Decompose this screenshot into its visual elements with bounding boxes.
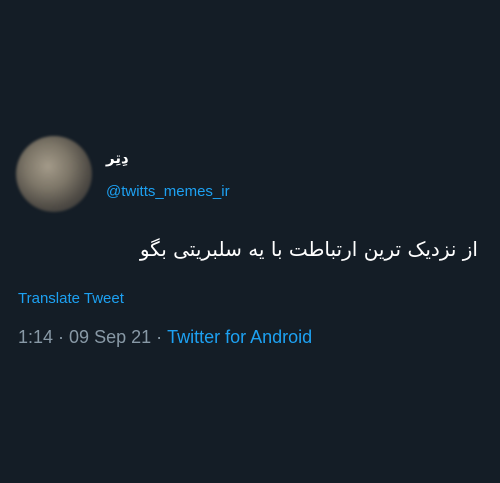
- tweet-source-link[interactable]: Twitter for Android: [167, 327, 312, 347]
- display-name[interactable]: دِتِر: [106, 147, 146, 169]
- tweet-metadata: 1:14 · 09 Sep 21 · Twitter for Android: [18, 325, 312, 349]
- tweet-time[interactable]: 1:14: [18, 327, 53, 347]
- tweet-date[interactable]: 09 Sep 21: [69, 327, 151, 347]
- avatar[interactable]: [16, 136, 92, 212]
- tweet-card: دِتِر @twitts_memes_ir از نزدیک ترین ارت…: [0, 0, 500, 483]
- translate-tweet-link[interactable]: Translate Tweet: [18, 289, 124, 309]
- meta-separator: ·: [156, 327, 163, 347]
- tweet-text: از نزدیک ترین ارتباطت با یه سلبریتی بگو: [139, 237, 478, 261]
- user-handle[interactable]: @twitts_memes_ir: [106, 182, 230, 202]
- meta-separator: ·: [58, 327, 65, 347]
